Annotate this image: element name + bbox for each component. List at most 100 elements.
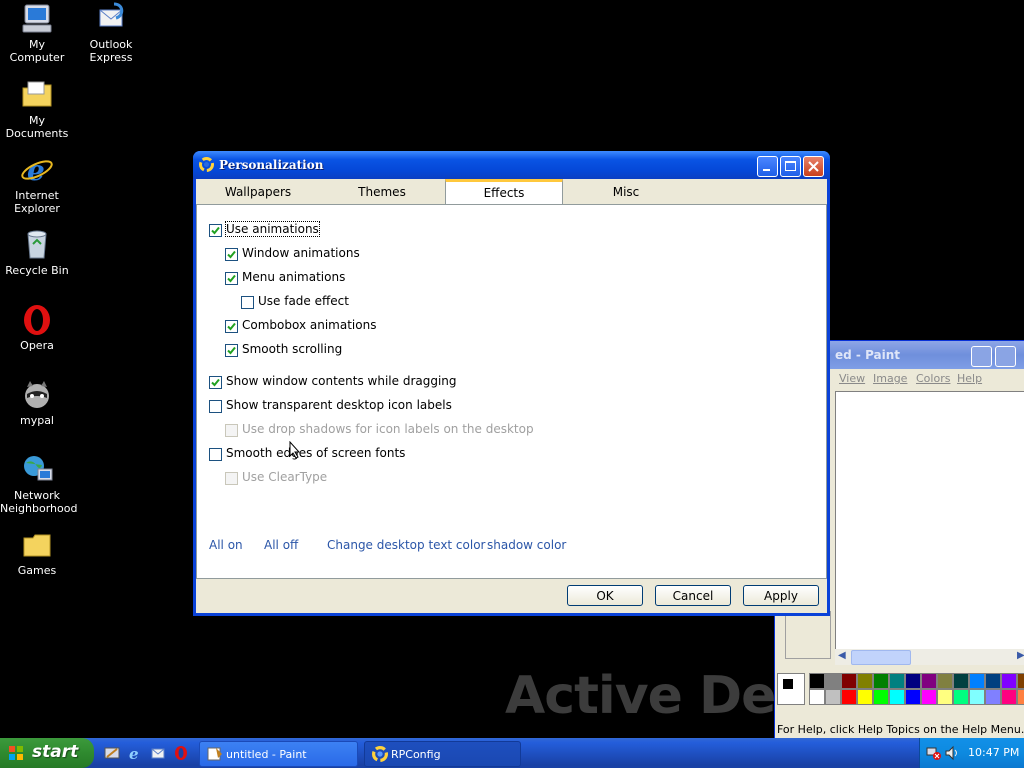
smooth-scrolling-checkbox[interactable]	[225, 344, 238, 357]
menu-animations-checkbox[interactable]	[225, 272, 238, 285]
tab-wallpapers[interactable]: Wallpapers	[196, 181, 320, 203]
smooth-scrolling-label[interactable]: Smooth scrolling	[242, 342, 342, 356]
desktop-icon-internet-explorer[interactable]: e Internet Explorer	[0, 153, 74, 215]
paint-horizontal-scrollbar[interactable]: ◀ ▶	[835, 649, 1024, 665]
use-fade-effect-checkbox[interactable]	[241, 296, 254, 309]
palette-color-swatch[interactable]	[809, 673, 825, 689]
all-off-link[interactable]: All off	[264, 538, 298, 552]
transparent-icon-labels-label[interactable]: Show transparent desktop icon labels	[226, 398, 452, 412]
palette-color-swatch[interactable]	[889, 689, 905, 705]
desktop-icon-label: My Computer	[9, 38, 65, 64]
start-button[interactable]: start	[0, 738, 94, 768]
paint-maximize-button[interactable]	[995, 346, 1016, 367]
palette-color-swatch[interactable]	[905, 673, 921, 689]
paint-minimize-button[interactable]	[971, 346, 992, 367]
dialog-title-bar[interactable]: Personalization	[193, 151, 830, 179]
clock[interactable]: 10:47 PM	[968, 746, 1019, 759]
change-text-color-link[interactable]: Change desktop text color	[327, 538, 485, 552]
combobox-animations-label[interactable]: Combobox animations	[242, 318, 376, 332]
tab-misc[interactable]: Misc	[564, 181, 688, 203]
paint-menu-colors[interactable]: Colors	[916, 372, 950, 385]
maximize-icon	[785, 161, 796, 171]
close-button[interactable]	[803, 156, 824, 177]
scroll-left-icon[interactable]: ◀	[838, 650, 846, 661]
paint-menu-image[interactable]: Image	[873, 372, 907, 385]
use-animations-label[interactable]: Use animations	[225, 221, 320, 237]
minimize-button[interactable]	[757, 156, 778, 177]
tab-effects[interactable]: Effects	[445, 179, 563, 205]
palette-color-swatch[interactable]	[969, 689, 985, 705]
taskbar-button-rpconfig[interactable]: RPConfig	[364, 741, 521, 767]
smooth-fonts-checkbox[interactable]	[209, 448, 222, 461]
palette-color-swatch[interactable]	[937, 689, 953, 705]
palette-color-swatch[interactable]	[873, 673, 889, 689]
palette-color-swatch[interactable]	[857, 673, 873, 689]
use-animations-checkbox[interactable]	[209, 224, 222, 237]
paint-menu-view[interactable]: View	[839, 372, 865, 385]
all-on-link[interactable]: All on	[209, 538, 243, 552]
desktop-icon-games[interactable]: Games	[0, 528, 74, 577]
palette-color-swatch[interactable]	[809, 689, 825, 705]
transparent-icon-labels-checkbox[interactable]	[209, 400, 222, 413]
palette-color-swatch[interactable]	[889, 673, 905, 689]
combobox-animations-checkbox[interactable]	[225, 320, 238, 333]
tab-themes[interactable]: Themes	[320, 181, 444, 203]
show-window-contents-label[interactable]: Show window contents while dragging	[226, 374, 457, 388]
use-cleartype-label: Use ClearType	[242, 470, 328, 484]
desktop-icon-network-neighborhood[interactable]: Network Neighborhood	[0, 453, 77, 515]
palette-color-swatch[interactable]	[953, 673, 969, 689]
personalization-dialog[interactable]: Personalization Wallpapers Themes Effect…	[193, 151, 830, 616]
opera-icon[interactable]	[173, 745, 189, 761]
windows-flag-icon	[9, 746, 23, 760]
palette-color-swatch[interactable]	[921, 689, 937, 705]
window-animations-checkbox[interactable]	[225, 248, 238, 261]
palette-color-swatch[interactable]	[825, 673, 841, 689]
smooth-fonts-label[interactable]: Smooth edges of screen fonts	[226, 446, 405, 460]
cancel-button[interactable]: Cancel	[655, 585, 731, 606]
desktop-icon-opera[interactable]: Opera	[0, 303, 74, 352]
palette-color-swatch[interactable]	[1001, 689, 1017, 705]
palette-color-swatch[interactable]	[1017, 673, 1024, 689]
paint-menu-help[interactable]: Help	[957, 372, 982, 385]
show-desktop-icon[interactable]	[104, 745, 120, 761]
internet-explorer-icon: e	[20, 153, 54, 187]
scroll-thumb[interactable]	[851, 650, 911, 665]
ok-button[interactable]: OK	[567, 585, 643, 606]
desktop-icon-outlook-express[interactable]: Outlook Express	[74, 2, 148, 64]
palette-color-swatch[interactable]	[873, 689, 889, 705]
volume-icon[interactable]	[944, 745, 960, 761]
palette-color-swatch[interactable]	[825, 689, 841, 705]
show-window-contents-checkbox[interactable]	[209, 376, 222, 389]
palette-color-swatch[interactable]	[953, 689, 969, 705]
palette-color-swatch[interactable]	[1001, 673, 1017, 689]
apply-button[interactable]: Apply	[743, 585, 819, 606]
paint-canvas[interactable]	[835, 391, 1024, 651]
palette-color-swatch[interactable]	[921, 673, 937, 689]
desktop-icon-my-computer[interactable]: My Computer	[0, 2, 74, 64]
palette-color-swatch[interactable]	[969, 673, 985, 689]
scroll-right-icon[interactable]: ▶	[1017, 650, 1024, 661]
menu-animations-label[interactable]: Menu animations	[242, 270, 345, 284]
shadow-color-link[interactable]: shadow color	[487, 538, 566, 552]
palette-color-swatch[interactable]	[841, 689, 857, 705]
color-palette[interactable]	[777, 673, 1024, 707]
taskbar-button-paint[interactable]: untitled - Paint	[199, 741, 358, 767]
desktop-icon-mypal[interactable]: mypal	[0, 378, 74, 427]
internet-explorer-icon[interactable]: e	[127, 745, 143, 761]
window-animations-label[interactable]: Window animations	[242, 246, 360, 260]
outlook-express-icon[interactable]	[150, 745, 166, 761]
palette-color-swatch[interactable]	[937, 673, 953, 689]
maximize-button[interactable]	[780, 156, 801, 177]
desktop-icon-recycle-bin[interactable]: Recycle Bin	[0, 228, 74, 277]
palette-color-swatch[interactable]	[857, 689, 873, 705]
desktop-icon-label: Games	[17, 564, 57, 577]
palette-color-swatch[interactable]	[1017, 689, 1024, 705]
use-fade-effect-label[interactable]: Use fade effect	[258, 294, 349, 308]
palette-color-swatch[interactable]	[985, 673, 1001, 689]
desktop-icon-my-documents[interactable]: My Documents	[0, 78, 74, 140]
tool-options-box[interactable]	[785, 611, 831, 659]
palette-color-swatch[interactable]	[905, 689, 921, 705]
palette-color-swatch[interactable]	[841, 673, 857, 689]
palette-color-swatch[interactable]	[985, 689, 1001, 705]
network-tray-icon[interactable]	[926, 745, 942, 761]
